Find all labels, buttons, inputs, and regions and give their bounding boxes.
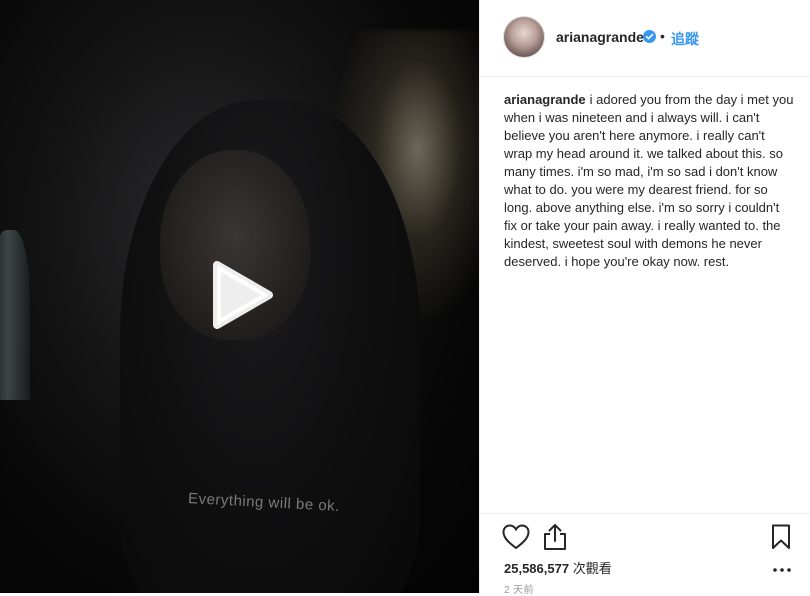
background-pillar bbox=[0, 230, 30, 400]
view-count[interactable]: 25,586,577 次觀看 bbox=[504, 558, 612, 577]
more-options-icon bbox=[773, 568, 791, 572]
like-button[interactable] bbox=[502, 524, 530, 550]
post-side-panel: arianagrande • 追蹤 arianagrande i adored y… bbox=[479, 0, 810, 596]
view-count-number: 25,586,577 bbox=[504, 561, 570, 576]
header-separator: • bbox=[660, 28, 665, 44]
follow-button[interactable]: 追蹤 bbox=[671, 29, 699, 49]
save-button[interactable] bbox=[771, 524, 791, 550]
heart-icon bbox=[502, 524, 530, 550]
share-icon bbox=[544, 524, 566, 550]
play-icon bbox=[213, 261, 273, 329]
play-button[interactable] bbox=[205, 259, 277, 331]
avatar[interactable] bbox=[504, 17, 544, 57]
video-player[interactable]: Everything will be ok. bbox=[0, 0, 479, 593]
post-timestamp[interactable]: 2 天前 bbox=[504, 581, 534, 596]
caption-text: i adored you from the day i met you when… bbox=[504, 92, 794, 269]
verified-badge-icon bbox=[643, 30, 656, 43]
bookmark-icon bbox=[772, 524, 790, 549]
view-count-label: 次觀看 bbox=[572, 561, 612, 576]
more-options-button[interactable] bbox=[772, 562, 792, 572]
share-button[interactable] bbox=[542, 523, 568, 551]
caption-username-link[interactable]: arianagrande bbox=[504, 92, 586, 107]
post-caption: arianagrande i adored you from the day i … bbox=[504, 91, 794, 271]
header-username-link[interactable]: arianagrande bbox=[556, 29, 644, 45]
post-header: arianagrande • 追蹤 bbox=[480, 0, 810, 77]
post-actions-bar: 25,586,577 次觀看 2 天前 bbox=[480, 513, 810, 596]
